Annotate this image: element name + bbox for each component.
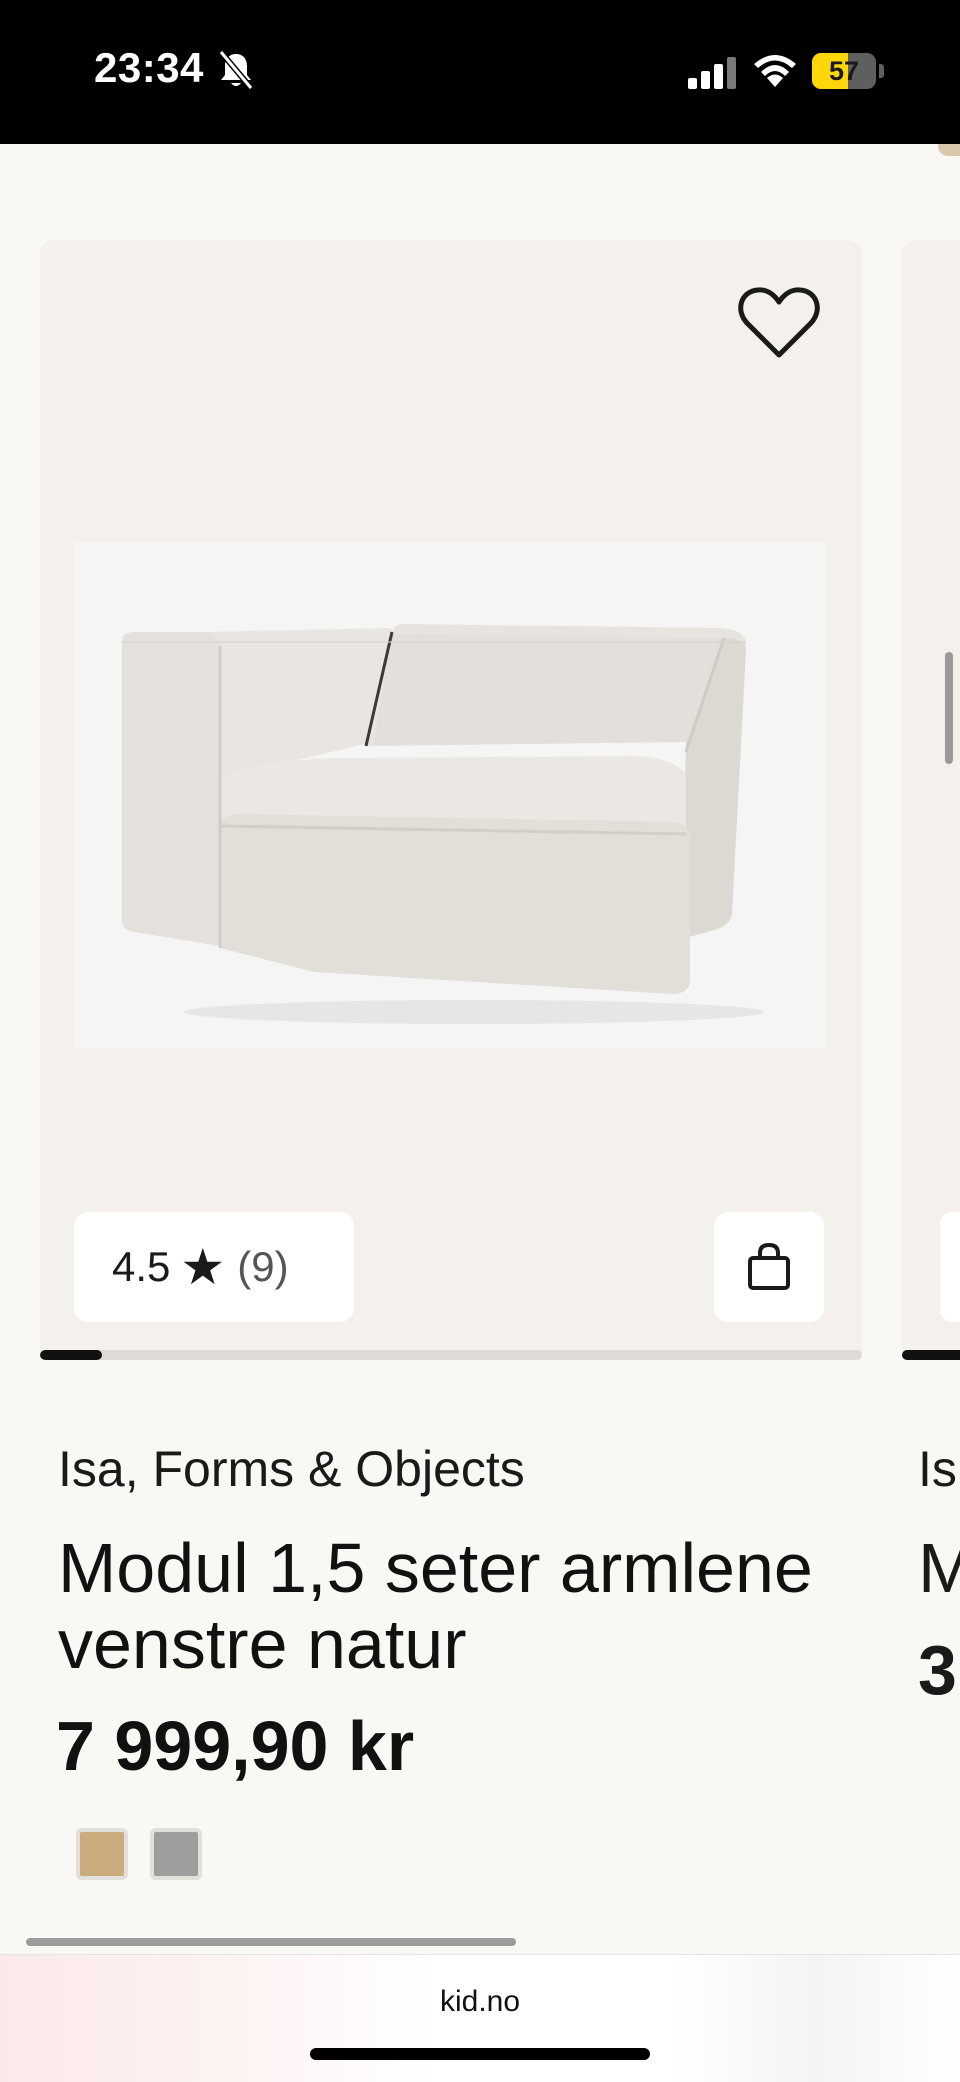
color-swatch-grey[interactable] [150,1828,202,1880]
url-text[interactable]: kid.no [0,1985,960,2019]
product-price: 7 999,90 kr [56,1707,415,1785]
image-carousel-progress [40,1350,862,1360]
rating-count: (9) [237,1243,289,1290]
rating-value: 4.5 [112,1243,171,1290]
rating-badge[interactable]: 4.5 ★ (9) [74,1212,354,1322]
battery-icon: 57 [812,53,876,89]
product-name[interactable]: Modul 1,5 seter armlene venstre natur [58,1530,858,1682]
next-product-progress [902,1350,960,1360]
favorite-button[interactable] [734,282,824,364]
home-indicator[interactable] [310,2048,650,2060]
product-image[interactable] [74,542,826,1048]
battery-tip [879,64,884,78]
browser-address-bar[interactable]: kid.no [0,1954,960,2082]
status-time: 23:34 [94,44,204,91]
partial-element [938,144,960,156]
next-product-card[interactable] [902,240,960,1358]
add-to-cart-button[interactable] [714,1212,824,1322]
shopping-bag-icon [748,1242,790,1290]
battery-percent: 57 [828,56,860,86]
status-bar: 23:34 57 [0,0,960,144]
color-swatch-sand[interactable] [76,1828,128,1880]
next-product-brand[interactable]: Is [918,1440,960,1498]
star-icon: ★ [180,1239,226,1295]
bell-off-icon [218,50,254,90]
next-product-price: 3 [918,1631,957,1709]
next-product-badge [940,1212,960,1322]
next-product-name[interactable]: M [918,1530,960,1606]
image-carousel-progress-fill [40,1350,102,1360]
heart-outline-icon [738,287,820,358]
wifi-icon [754,55,796,87]
signal-icon [688,57,736,89]
product-brand[interactable]: Isa, Forms & Objects [58,1440,525,1498]
vertical-scrollbar[interactable] [945,652,953,764]
horizontal-scroll-indicator[interactable] [26,1938,516,1946]
